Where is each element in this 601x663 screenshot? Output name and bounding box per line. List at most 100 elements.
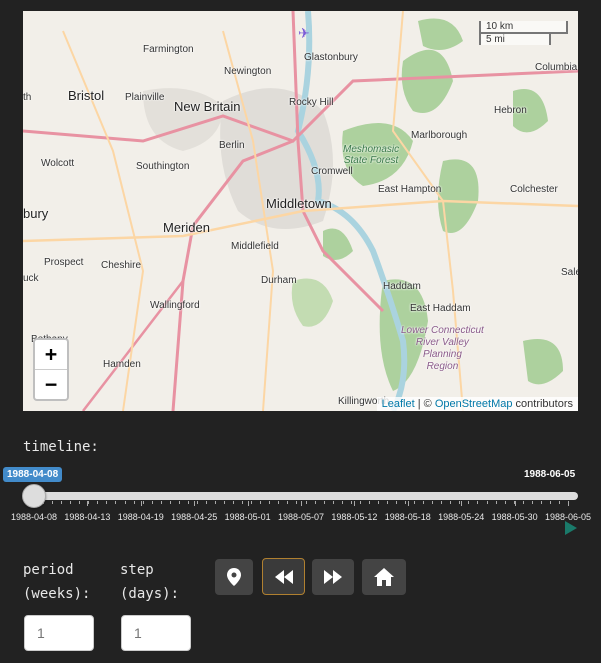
timeline-minor-tick	[558, 501, 560, 504]
attribution-separator: | ©	[414, 398, 435, 410]
timeline-minor-tick	[242, 501, 244, 504]
period-label-line2: (weeks):	[23, 586, 91, 602]
timeline-handle[interactable]	[22, 484, 46, 508]
timeline-minor-tick	[233, 501, 235, 504]
timeline-tick-label: 1988-05-12	[331, 512, 378, 522]
marker-button[interactable]	[215, 559, 253, 595]
zoom-out-button[interactable]: −	[35, 370, 67, 399]
town-label: East Hampton	[378, 184, 442, 195]
step-label: step (days):	[120, 558, 179, 606]
timeline-minor-tick	[323, 501, 325, 504]
timeline-minor-tick	[278, 501, 280, 504]
town-label: Cheshire	[101, 260, 142, 271]
rewind-icon	[274, 569, 293, 584]
fast-forward-button[interactable]	[312, 559, 354, 595]
town-label: Wolcott	[41, 158, 75, 169]
town-label: Prospect	[44, 257, 84, 268]
town-label: Durham	[261, 275, 297, 286]
timeline-minor-tick	[513, 501, 515, 504]
timeline-tick	[247, 501, 249, 506]
timeline-minor-tick	[414, 501, 416, 504]
timeline-minor-tick	[486, 501, 488, 504]
timeline-minor-tick	[495, 501, 497, 504]
rewind-button[interactable]	[262, 558, 305, 595]
town-label: Hamden	[103, 359, 141, 370]
step-input[interactable]	[121, 615, 191, 651]
period-input[interactable]	[24, 615, 94, 651]
timeline-minor-tick	[305, 501, 307, 504]
timeline-minor-tick	[477, 501, 479, 504]
timeline-minor-tick	[296, 501, 298, 504]
timeline-tick	[514, 501, 516, 506]
timeline-minor-tick	[70, 501, 72, 504]
timeline-minor-tick	[205, 501, 207, 504]
town-label: East Haddam	[410, 303, 471, 314]
town-label: uck	[23, 273, 39, 284]
town-label: Columbia	[535, 62, 578, 73]
period-label: period (weeks):	[23, 558, 90, 606]
timeline-minor-tick	[441, 501, 443, 504]
timeline-minor-tick	[160, 501, 162, 504]
timeline-minor-tick	[368, 501, 370, 504]
timeline-minor-tick	[133, 501, 135, 504]
timeline-minor-tick	[196, 501, 198, 504]
osm-link[interactable]: OpenStreetMap	[435, 398, 513, 410]
town-label: Newington	[224, 66, 272, 77]
timeline-minor-tick	[52, 501, 54, 504]
timeline-minor-tick	[450, 501, 452, 504]
timeline-tick-label: 1988-05-07	[277, 512, 325, 522]
timeline-minor-tick	[359, 501, 361, 504]
timeline-minor-tick	[405, 501, 407, 504]
fast-forward-icon	[324, 570, 342, 584]
timeline-minor-tick	[260, 501, 262, 504]
timeline-minor-tick	[178, 501, 180, 504]
town-label: Bristol	[68, 88, 105, 103]
timeline-tick-label: 1988-04-19	[117, 512, 164, 522]
period-label-line1: period	[23, 562, 74, 578]
town-label: Wallingford	[150, 300, 200, 311]
timeline-minor-tick	[251, 501, 253, 504]
step-label-line1: step	[120, 562, 154, 578]
timeline-minor-tick	[314, 501, 316, 504]
town-label: Hebron	[494, 105, 527, 116]
zoom-in-button[interactable]: +	[35, 340, 67, 370]
map[interactable]: ✈ Farmington Glastonbury Columbia Bristol Pl…	[23, 11, 578, 411]
town-label: bury	[23, 206, 49, 221]
timeline-minor-tick	[459, 501, 461, 504]
svg-text:✈: ✈	[298, 26, 310, 42]
timeline-tick-label: 1988-05-30	[491, 512, 538, 522]
town-label: Middlefield	[231, 241, 279, 252]
timeline-minor-tick	[169, 501, 171, 504]
town-label: Rocky Hill	[289, 97, 334, 108]
timeline-minor-tick	[187, 501, 189, 504]
town-label: Cromwell	[311, 166, 353, 177]
timeline-minor-tick	[432, 501, 434, 504]
town-label: New Britain	[174, 99, 241, 114]
town-label: Farmington	[143, 44, 194, 55]
timeline-tick-label: 1988-04-25	[171, 512, 218, 522]
timeline-minor-tick	[151, 501, 153, 504]
town-label: Plainville	[125, 92, 165, 103]
timeline-minor-tick	[468, 501, 470, 504]
town-label: Meriden	[163, 220, 210, 235]
timeline-minor-tick	[224, 501, 226, 504]
timeline-minor-tick	[115, 501, 117, 504]
timeline-tick-label: 1988-05-24	[438, 512, 485, 522]
timeline-minor-tick	[61, 501, 63, 504]
scale-control: 10 km 5 mi	[479, 21, 568, 45]
leaflet-link[interactable]: Leaflet	[382, 398, 415, 410]
timeline-minor-tick	[332, 501, 334, 504]
timeline-minor-tick	[568, 501, 569, 504]
timeline-tick-label: 1988-05-01	[224, 512, 271, 522]
timeline-tick	[194, 501, 196, 506]
timeline-minor-tick	[215, 501, 217, 504]
town-label: Southington	[136, 161, 190, 172]
timeline-track[interactable]	[34, 492, 578, 500]
zoom-control: + −	[33, 338, 69, 401]
home-button[interactable]	[362, 559, 406, 595]
play-icon[interactable]	[565, 521, 577, 535]
timeline-minor-tick	[88, 501, 90, 504]
attribution: Leaflet | © OpenStreetMap contributors	[376, 397, 578, 411]
town-label: Sale	[561, 267, 578, 278]
timeline-minor-tick	[531, 501, 533, 504]
